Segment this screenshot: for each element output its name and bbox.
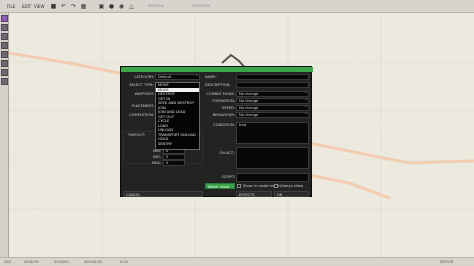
menu-edit[interactable]: EDIT <box>22 4 31 9</box>
waypoint-tool-icon[interactable] <box>1 42 8 49</box>
unit-icon[interactable]: ● <box>108 3 115 10</box>
behaviour-label: BEHAVIOUR: <box>212 113 235 117</box>
dialog-title-bar <box>121 67 313 72</box>
select-type-label: SELECT TYPE: <box>129 83 154 87</box>
formation-select[interactable]: No change <box>236 98 309 104</box>
menu-bar: FILE EDIT VIEW ■ ↶ ↷ ▦ ▣ ● ◉ △ PREVIEW C… <box>0 0 474 13</box>
name-label: NAME: <box>205 75 217 79</box>
never-show-button[interactable]: Never show <box>205 183 235 189</box>
mid-label: MID: <box>152 155 161 159</box>
on-act-label: ON ACT.: <box>219 151 235 155</box>
combat-mode-select[interactable]: No change <box>236 91 309 97</box>
module-tool-icon[interactable] <box>1 69 8 76</box>
condition-textarea[interactable]: true <box>236 122 309 144</box>
placement-label: PLACEMENT: <box>131 104 155 108</box>
script-label: SCRIPT: <box>221 175 235 179</box>
behaviour-select[interactable]: No change <box>236 112 309 118</box>
on-act-textarea[interactable] <box>236 147 309 169</box>
condition-label: CONDITION: <box>213 123 235 127</box>
category-label: CATEGORY: <box>134 75 154 79</box>
group-tool-icon[interactable] <box>1 24 8 31</box>
status-item: 000:00:00 <box>84 260 102 264</box>
menu-file[interactable]: FILE <box>7 4 15 9</box>
speed-label: SPEED: <box>222 106 235 110</box>
layer-tool-icon[interactable] <box>1 78 8 85</box>
category-select[interactable]: Default <box>155 74 200 80</box>
waypoint-dialog: CATEGORY: Default SELECT TYPE: WAYPOINT:… <box>120 66 313 197</box>
type-option[interactable]: SEEK AND DESTROY <box>156 101 199 106</box>
name-input[interactable] <box>236 74 309 80</box>
undo-icon[interactable]: ↶ <box>60 3 67 10</box>
trigger-icon[interactable]: △ <box>128 3 135 10</box>
marker-tool-icon[interactable] <box>1 60 8 67</box>
effects-button[interactable]: EFFECTS <box>236 191 272 197</box>
always-show-label: Always show <box>280 184 304 188</box>
menu-view[interactable]: VIEW <box>34 4 44 9</box>
unit-tool-icon[interactable] <box>1 15 8 22</box>
redo-icon[interactable]: ↷ <box>70 3 77 10</box>
tab-preview[interactable]: PREVIEW <box>144 3 168 10</box>
sync-tool-icon[interactable] <box>1 51 8 58</box>
status-item: 4058.09 <box>24 260 39 264</box>
speed-select[interactable]: No change <box>236 105 309 111</box>
ok-button[interactable]: OK <box>274 191 309 197</box>
formation-label: FORMATION: <box>212 99 235 103</box>
map-icon[interactable]: ▣ <box>98 3 105 10</box>
left-toolbar <box>0 13 9 257</box>
status-item: 026 <box>4 260 11 264</box>
waypoint-label: WAYPOINT: <box>134 92 155 96</box>
combat-mode-label: COMBAT MODE: <box>206 92 235 96</box>
status-item: 0.00 <box>120 260 128 264</box>
type-option[interactable]: SENTRY <box>156 142 199 147</box>
save-icon[interactable]: ■ <box>50 3 57 10</box>
status-bar: 026 4058.09 003/000 000:00:00 0.00 EDITO… <box>0 257 474 266</box>
status-item: 003/000 <box>54 260 69 264</box>
trigger-tool-icon[interactable] <box>1 33 8 40</box>
waypoint-type-dropdown[interactable]: MOVE MOVE DESTROY GET IN SEEK AND DESTRO… <box>155 82 200 150</box>
cancel-button[interactable]: CANCEL <box>123 191 203 197</box>
completion-label: COMPLETION: <box>129 113 154 117</box>
always-show-checkbox[interactable] <box>274 184 278 188</box>
description-label: DESCRIPTION: <box>205 83 231 87</box>
script-input[interactable] <box>236 173 309 182</box>
group-icon[interactable]: ◉ <box>118 3 125 10</box>
timeout-label: TIMEOUT: <box>127 133 145 137</box>
status-item: EDITOR <box>440 260 454 264</box>
max-label: MAX: <box>151 161 161 165</box>
tab-continue[interactable]: CONTINUE <box>188 3 214 10</box>
grid-icon[interactable]: ▦ <box>80 3 87 10</box>
description-input[interactable] <box>236 82 309 88</box>
timeout-max-input[interactable]: 0 <box>163 160 185 166</box>
show-in-cadet-checkbox[interactable] <box>237 184 241 188</box>
